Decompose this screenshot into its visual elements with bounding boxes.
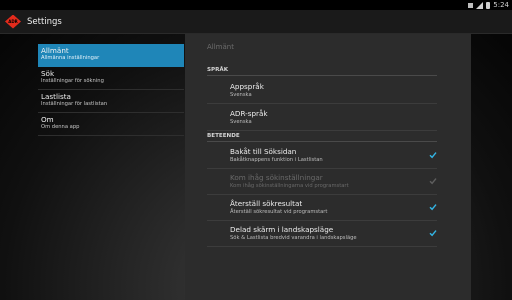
pref-app-language[interactable]: Appspråk Svenska [207,79,437,104]
header-item-om[interactable]: Om Om denna app [38,113,184,136]
pref-title: Återställ sökresultat [230,199,303,208]
pref-summary: Svenska [230,119,252,125]
pref-back-to-search[interactable]: Bakåt till Söksidan Bakåtknappens funkti… [207,144,437,169]
header-summary: Inställningar för lastlistan [41,101,108,107]
header-title: Sök [41,69,55,78]
pref-summary: Svenska [230,92,252,98]
pref-title: Kom ihåg sökinställningar [230,173,323,182]
pref-title: Bakåt till Söksidan [230,147,297,156]
pref-title: Delad skärm i landskapsläge [230,225,334,234]
header-title: Allmänt [41,46,69,55]
status-time: 5:24 [493,1,509,9]
checkmark-icon [429,230,437,237]
pref-title: ADR-språk [230,109,268,118]
signal-icon [476,1,484,9]
header-title: Om [41,115,54,124]
preference-pane: Allmänt SPRÅK Appspråk Svenska ADR-språk… [185,34,471,300]
pref-summary: Sök & Lastlista bredvid varandra i lands… [230,235,357,241]
header-summary: Allmänna inställningar [41,55,100,61]
settings-content: Allmänt Allmänna inställningar Sök Instä… [0,34,512,300]
app-logo-icon[interactable]: ADR [5,14,21,29]
action-bar: ADR Settings [0,10,512,34]
checkmark-icon [429,152,437,159]
notification-icon [468,2,474,8]
checkbox[interactable] [429,151,437,159]
category-language: SPRÅK [207,67,437,76]
settings-header-list: Allmänt Allmänna inställningar Sök Instä… [38,44,184,136]
header-item-sok[interactable]: Sök Inställningar för sökning [38,67,184,90]
header-summary: Inställningar för sökning [41,78,104,84]
header-item-lastlista[interactable]: Lastlista Inställningar för lastlistan [38,90,184,113]
checkbox[interactable] [429,229,437,237]
checkmark-icon [429,178,437,185]
app-title: Settings [27,16,62,27]
checkmark-icon [429,204,437,211]
pref-summary: Återställ sökresultat vid programstart [230,209,328,215]
header-item-allmant[interactable]: Allmänt Allmänna inställningar [38,44,184,67]
status-icons: 5:24 [468,0,509,10]
pref-summary: Bakåtknappens funktion i Lastlistan [230,157,323,163]
pref-reset-search-results[interactable]: Återställ sökresultat Återställ sökresul… [207,196,437,221]
logo-text: ADR [8,18,18,24]
header-summary: Om denna app [41,124,80,130]
pref-split-screen-landscape[interactable]: Delad skärm i landskapsläge Sök & Lastli… [207,222,437,247]
checkbox[interactable] [429,177,437,185]
checkbox[interactable] [429,203,437,211]
pref-title: Appspråk [230,82,264,91]
battery-icon [486,1,491,9]
pref-adr-language[interactable]: ADR-språk Svenska [207,106,437,131]
pref-summary: Kom ihåg sökinställningarna vid programs… [230,183,349,189]
status-bar: 5:24 [0,0,512,10]
header-title: Lastlista [41,92,71,101]
pane-title: Allmänt [207,43,234,51]
pref-remember-search-settings[interactable]: Kom ihåg sökinställningar Kom ihåg sökin… [207,170,437,195]
category-behavior: BETEENDE [207,133,437,142]
